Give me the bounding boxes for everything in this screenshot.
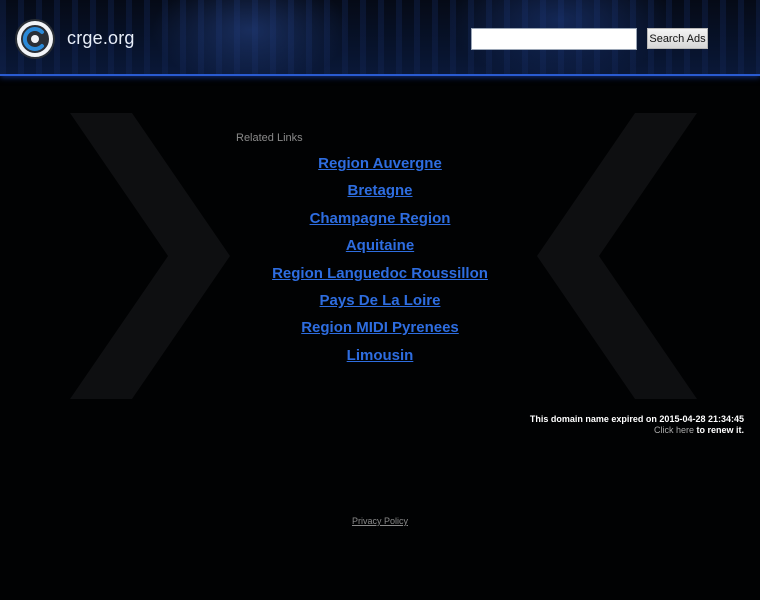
list-item: Champagne Region [0,209,760,236]
related-links-list: Region Auvergne Bretagne Champagne Regio… [0,154,760,373]
related-link-limousin[interactable]: Limousin [347,347,414,364]
search-input[interactable] [471,28,637,50]
related-link-region-auvergne[interactable]: Region Auvergne [318,155,442,172]
renew-link[interactable]: Click here [654,425,694,435]
related-link-bretagne[interactable]: Bretagne [347,182,412,199]
renew-line: Click here to renew it. [530,425,744,436]
privacy-policy-link[interactable]: Privacy Policy [352,516,408,526]
list-item: Region Auvergne [0,154,760,181]
related-link-champagne-region[interactable]: Champagne Region [310,210,451,227]
footer: Privacy Policy [0,516,760,526]
renew-suffix: to renew it. [693,425,744,435]
expired-text: This domain name expired on 2015-04-28 2… [529,414,744,424]
page: crge.org Search Ads Related Links Region… [0,0,760,600]
site-logo-icon [15,19,55,59]
related-link-pays-de-la-loire[interactable]: Pays De La Loire [320,292,441,309]
list-item: Region Languedoc Roussillon [0,264,760,291]
list-item: Region MIDI Pyrenees [0,318,760,345]
list-item: Limousin [0,346,760,373]
list-item: Pays De La Loire [0,291,760,318]
search-ads-button[interactable]: Search Ads [647,28,708,49]
domain-expired-notice: This domain name expired on 2015-04-28 2… [530,414,744,436]
header-bar: crge.org Search Ads [0,0,760,76]
list-item: Bretagne [0,181,760,208]
site-name[interactable]: crge.org [67,28,135,49]
related-links-heading: Related Links [236,132,303,144]
related-link-region-languedoc-roussillon[interactable]: Region Languedoc Roussillon [272,265,488,282]
related-link-aquitaine[interactable]: Aquitaine [346,237,414,254]
related-link-region-midi-pyrenees[interactable]: Region MIDI Pyrenees [301,319,459,336]
list-item: Aquitaine [0,236,760,263]
